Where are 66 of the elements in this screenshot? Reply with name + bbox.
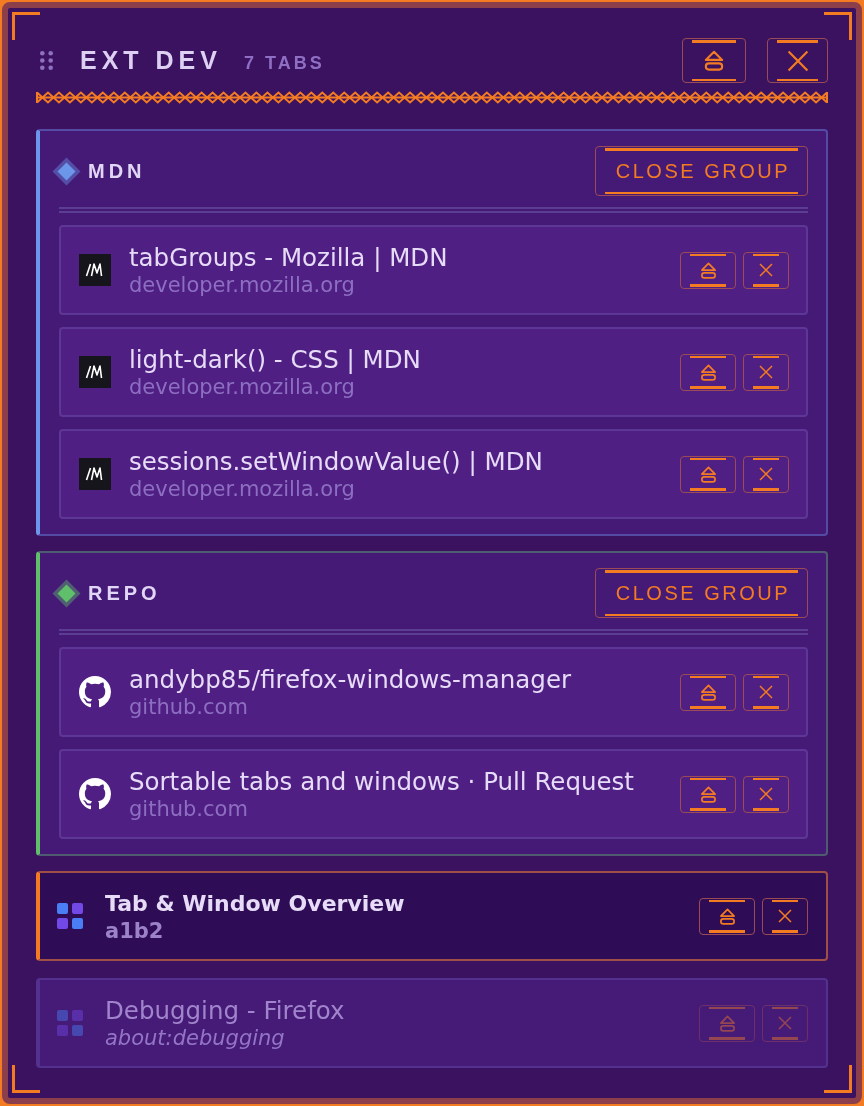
tab-count: 7 TABS [244, 53, 325, 74]
close-group-button[interactable]: CLOSE GROUP [595, 568, 808, 618]
tab-item[interactable]: tabGroups - Mozilla | MDN developer.mozilla.org [59, 225, 808, 315]
eject-button[interactable] [680, 455, 736, 493]
tab-url: developer.mozilla.org [129, 271, 355, 298]
tab-url: developer.mozilla.org [129, 475, 355, 502]
m-logo-icon [79, 356, 111, 388]
tab-title: andybp85/firefox-windows-manager [129, 664, 572, 694]
close-button[interactable] [743, 353, 789, 391]
close-icon [759, 685, 773, 699]
tab-title: sessions.setWindowValue() | MDN [129, 446, 543, 476]
close-icon [759, 365, 773, 379]
close-icon [759, 787, 773, 801]
eject-icon [698, 683, 718, 701]
eject-button[interactable] [682, 38, 746, 83]
eject-icon [717, 907, 737, 925]
close-icon [759, 263, 773, 277]
eject-button[interactable] [680, 251, 736, 289]
drag-handle-icon[interactable] [40, 51, 53, 70]
tab-url: github.com [129, 795, 248, 822]
window-title: EXT DEV [80, 46, 222, 75]
tab-item[interactable]: Tab & Window Overview a1b2 [36, 871, 828, 961]
tab-title: light-dark() - CSS | MDN [129, 344, 421, 374]
tab-url: about:debugging [105, 1024, 285, 1051]
close-icon [778, 1016, 792, 1030]
grid-icon [57, 1010, 83, 1036]
close-group-button[interactable]: CLOSE GROUP [595, 146, 808, 196]
close-button[interactable] [743, 673, 789, 711]
m-logo-icon [79, 254, 111, 286]
tab-item[interactable]: andybp85/firefox-windows-manager github.com [59, 647, 808, 737]
tab-title: Debugging - Firefox [105, 995, 345, 1025]
close-button[interactable] [743, 251, 789, 289]
corner-bracket [12, 12, 40, 40]
group-name: MDN [88, 159, 146, 183]
m-logo-icon [79, 458, 111, 490]
grid-icon [57, 903, 83, 929]
close-button[interactable] [762, 897, 808, 935]
github-logo-icon [79, 676, 111, 708]
eject-button[interactable] [680, 775, 736, 813]
close-button[interactable] [767, 38, 828, 83]
corner-bracket [824, 12, 852, 40]
tab-url: a1b2 [105, 917, 164, 944]
tab-title: Sortable tabs and windows · Pull Request [129, 766, 634, 796]
eject-icon [698, 363, 718, 381]
tab-url: github.com [129, 693, 248, 720]
tab-title: tabGroups - Mozilla | MDN [129, 242, 448, 272]
tab-item[interactable]: light-dark() - CSS | MDN developer.mozilla.org [59, 327, 808, 417]
eject-icon [698, 261, 718, 279]
group-name: REPO [88, 581, 161, 605]
close-icon [778, 909, 792, 923]
close-button[interactable] [743, 775, 789, 813]
tab-url: developer.mozilla.org [129, 374, 355, 400]
close-icon [759, 467, 773, 481]
eject-button[interactable] [680, 673, 736, 711]
eject-icon [702, 50, 726, 71]
tab-title: Tab & Window Overview [105, 889, 405, 918]
github-logo-icon [79, 778, 111, 810]
eject-button[interactable] [699, 897, 755, 935]
eject-icon [698, 785, 718, 803]
close-icon [786, 49, 809, 72]
tab-item[interactable]: Sortable tabs and windows · Pull Request github.com [59, 749, 808, 839]
eject-icon [698, 465, 718, 483]
eject-icon [717, 1014, 737, 1032]
eject-button[interactable] [680, 353, 736, 391]
close-button[interactable] [743, 455, 789, 493]
tab-item[interactable]: sessions.setWindowValue() | MDN developer.mozilla.org [59, 429, 808, 519]
